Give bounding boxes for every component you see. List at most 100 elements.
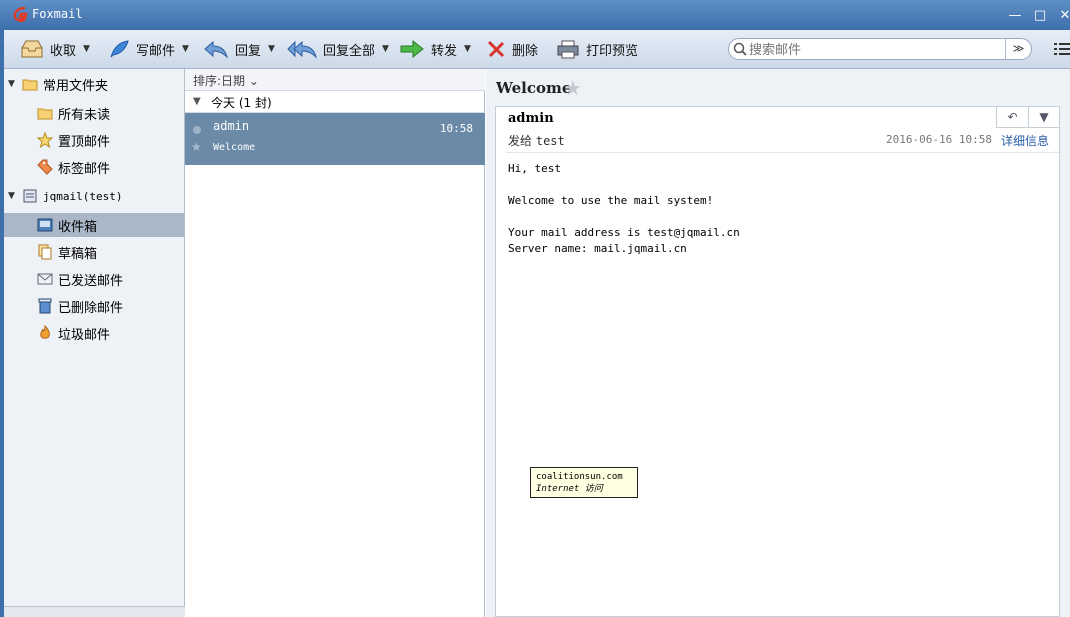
read-status-icon[interactable] <box>193 126 201 134</box>
folder-starred[interactable]: 置顶邮件 <box>37 128 110 152</box>
tooltip-line-1: coalitionsun.com <box>536 472 623 482</box>
mail-subject: Welcome <box>213 142 256 153</box>
star-icon[interactable]: ★ <box>564 76 582 100</box>
tooltip: coalitionsun.com Internet 访问 <box>530 467 638 498</box>
chevron-down-icon[interactable]: ▼ <box>464 44 471 54</box>
folder-label: 置顶邮件 <box>58 134 111 150</box>
chevron-down-icon[interactable]: ▼ <box>268 44 275 54</box>
tag-icon <box>37 159 53 175</box>
close-button[interactable]: ✕ <box>1058 9 1070 23</box>
trash-icon <box>38 298 52 314</box>
to-prefix: 发给 <box>508 134 533 148</box>
list-menu-icon[interactable] <box>1054 42 1070 56</box>
to-address: test <box>535 134 565 148</box>
maximize-button[interactable]: □ <box>1033 9 1047 23</box>
delete-button[interactable]: 删除 <box>486 37 538 61</box>
delete-label: 删除 <box>512 43 539 59</box>
folder-label: 垃圾邮件 <box>58 327 111 343</box>
print-preview-button[interactable]: 打印预览 <box>556 37 638 61</box>
folder-label: 标签邮件 <box>58 161 111 177</box>
folder-sidebar: ▼ 常用文件夹 所有未读 置顶邮件 标签邮件 ▼ jqmail(test) 收件… <box>4 69 185 617</box>
expand-arrow-icon[interactable]: ▼ <box>8 79 18 89</box>
mail-body: Hi, test Welcome to use the mail system!… <box>508 162 740 255</box>
folder-label: 已发送邮件 <box>58 273 124 289</box>
reply-icon[interactable]: ↶ <box>997 107 1028 127</box>
junk-flame-icon <box>40 325 50 339</box>
feather-pen-icon <box>110 40 129 58</box>
folder-inbox[interactable]: 收件箱 <box>4 213 184 237</box>
search-input[interactable] <box>749 41 999 57</box>
window-title: Foxmail <box>32 7 83 21</box>
printer-icon <box>557 40 579 59</box>
folder-all-unread[interactable]: 所有未读 <box>37 101 110 125</box>
mail-recipient: 发给 test <box>508 132 565 149</box>
mail-card: admin ↶ ▼ 发给 test 2016-06-16 10:58 详细信息 … <box>495 106 1060 617</box>
chevron-down-icon[interactable]: ▼ <box>382 44 389 54</box>
expand-arrow-icon[interactable]: ▼ <box>8 191 18 201</box>
folder-group-common[interactable]: ▼ 常用文件夹 <box>8 72 108 96</box>
folder-deleted[interactable]: 已删除邮件 <box>37 294 123 318</box>
header-divider <box>506 152 1059 153</box>
minimize-button[interactable]: — <box>1008 9 1022 23</box>
search-icon <box>733 42 747 56</box>
forward-label: 转发 <box>431 43 458 59</box>
folder-drafts[interactable]: 草稿箱 <box>37 240 97 264</box>
print-preview-label: 打印预览 <box>586 43 639 59</box>
forward-button[interactable]: 转发 ▼ <box>399 37 471 61</box>
mail-date: 2016-06-16 10:58 <box>886 133 992 146</box>
receive-button[interactable]: 收取 ▼ <box>20 37 90 61</box>
forward-arrow-icon <box>400 39 424 59</box>
folder-group-label: 常用文件夹 <box>43 78 109 94</box>
mail-sender: admin <box>213 119 250 133</box>
compose-label: 写邮件 <box>136 43 176 59</box>
group-label: 今天 (1 封) <box>211 96 272 110</box>
folder-label: 所有未读 <box>58 107 111 123</box>
title-bar: Foxmail — □ ✕ <box>0 0 1070 30</box>
reply-all-button[interactable]: 回复全部 ▼ <box>287 37 389 61</box>
folder-label: 已删除邮件 <box>58 300 124 316</box>
receive-label: 收取 <box>50 43 77 59</box>
quick-reply-buttons: ↶ ▼ <box>996 106 1060 128</box>
collapse-arrow-icon[interactable]: ▼ <box>193 96 201 107</box>
folder-label: 草稿箱 <box>58 246 98 262</box>
mail-list: 排序:日期 ⌄ ▼ 今天 (1 封) admin 10:58 ★ Welcome <box>185 69 485 617</box>
drafts-icon <box>38 244 52 260</box>
reply-all-label: 回复全部 <box>323 43 376 59</box>
more-chevron-down-icon[interactable]: ▼ <box>1027 107 1059 127</box>
toolbar: 收取 ▼ 写邮件 ▼ 回复 ▼ 回复全部 ▼ 转发 ▼ 删除 打印预览 ≫ <box>0 30 1070 69</box>
account-label: jqmail(test) <box>43 189 123 203</box>
mail-from: admin <box>508 111 554 126</box>
account-jqmail[interactable]: ▼ jqmail(test) <box>8 184 122 208</box>
delete-x-icon <box>487 40 505 58</box>
reply-button[interactable]: 回复 ▼ <box>203 37 275 61</box>
inbox-tray-icon <box>21 40 43 58</box>
search-options-button[interactable]: ≫ <box>1005 39 1031 59</box>
reply-arrow-icon <box>204 40 228 59</box>
foxmail-logo-icon <box>13 6 28 22</box>
inbox-icon <box>37 218 53 232</box>
sort-label[interactable]: 排序:日期 ⌄ <box>193 72 259 89</box>
reply-label: 回复 <box>235 43 262 59</box>
chevron-down-icon[interactable]: ▼ <box>182 44 189 54</box>
folder-junk[interactable]: 垃圾邮件 <box>37 321 110 345</box>
star-icon[interactable]: ★ <box>191 140 202 154</box>
compose-button[interactable]: 写邮件 ▼ <box>108 37 189 61</box>
folder-tagged[interactable]: 标签邮件 <box>37 155 110 179</box>
folder-sent[interactable]: 已发送邮件 <box>37 267 123 291</box>
details-link[interactable]: 详细信息 <box>1001 132 1049 149</box>
mail-list-item[interactable]: admin 10:58 ★ Welcome <box>185 113 485 165</box>
sort-bar[interactable]: 排序:日期 ⌄ <box>185 69 485 91</box>
star-icon <box>37 132 53 148</box>
search-box: ≫ <box>728 38 1032 60</box>
folder-label: 收件箱 <box>58 219 98 235</box>
sidebar-bottom-bar <box>4 606 185 617</box>
mail-title: Welcome <box>496 79 572 97</box>
account-mailbox-icon <box>23 189 37 203</box>
tooltip-line-2: Internet 访问 <box>536 484 603 494</box>
reply-all-arrow-icon <box>287 40 317 59</box>
date-group-header[interactable]: ▼ 今天 (1 封) <box>185 91 485 113</box>
folder-icon <box>22 79 38 91</box>
reading-pane: Welcome ★ admin ↶ ▼ 发给 test 2016-06-16 1… <box>486 69 1070 617</box>
chevron-down-icon[interactable]: ▼ <box>83 44 90 54</box>
sent-icon <box>37 273 53 285</box>
